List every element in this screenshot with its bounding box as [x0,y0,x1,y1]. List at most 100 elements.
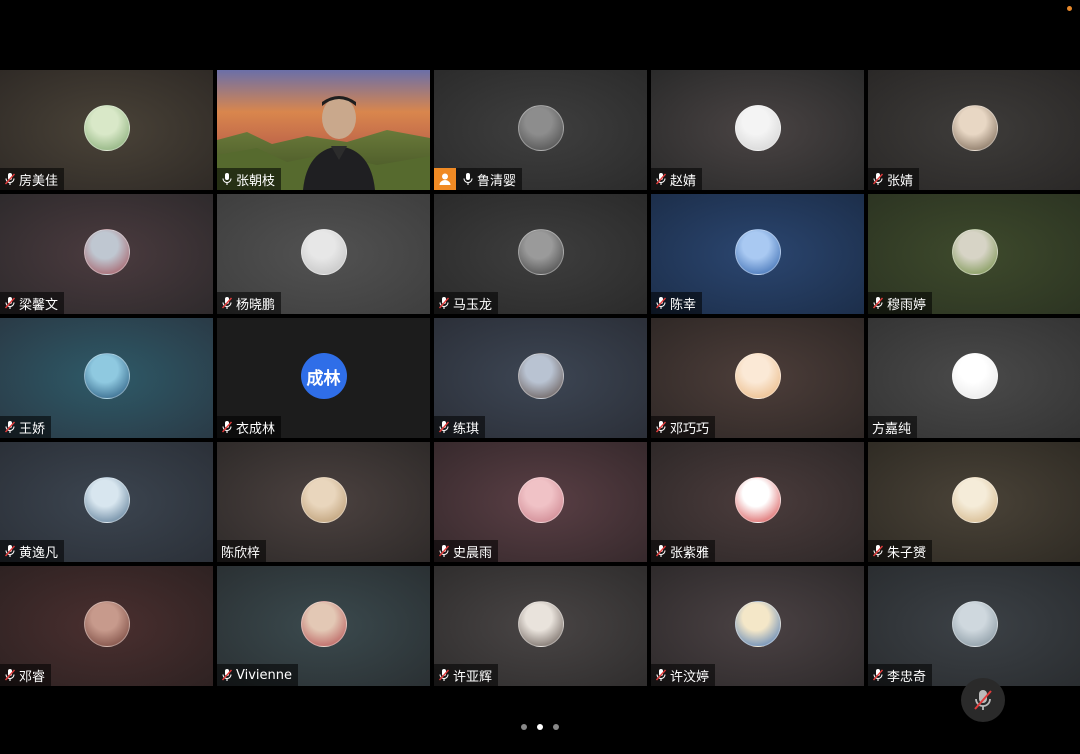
avatar [951,229,998,275]
participant-name: 方嘉纯 [872,421,912,437]
muted-mic-icon [221,296,233,310]
participant-name: 朱子赟 [887,545,927,561]
muted-mic-icon [655,668,667,682]
participant-tile[interactable]: Vivienne [217,566,430,686]
muted-mic-icon [221,420,233,434]
participant-tile[interactable]: 张婧 [868,70,1080,190]
avatar [300,477,347,523]
participant-name: 练琪 [453,421,480,437]
participant-tile[interactable]: 杨晓鹏 [217,194,430,314]
name-tag: 陈欣梓 [217,540,267,562]
name-tag: 练琪 [434,416,486,438]
muted-mic-icon [974,690,992,710]
participant-tile[interactable]: 李忠奇 [868,566,1080,686]
muted-mic-icon [872,544,884,558]
name-tag: 穆雨婷 [868,292,933,314]
name-tag: 王娇 [0,416,52,438]
participant-name: 鲁清婴 [477,173,517,189]
muted-mic-icon [221,668,233,682]
avatar [517,105,564,151]
participant-tile[interactable]: 方嘉纯 [868,318,1080,438]
avatar [951,477,998,523]
avatar [83,229,130,275]
participant-tile[interactable]: 许亚辉 [434,566,647,686]
name-tag: 黄逸凡 [0,540,65,562]
muted-mic-icon [655,420,667,434]
avatar [951,105,998,151]
avatar [734,477,781,523]
mic-icon [221,172,233,186]
name-tag: 李忠奇 [868,664,933,686]
participant-tile[interactable]: 张朝枝 [217,70,430,190]
muted-mic-icon [438,420,450,434]
participant-name: 赵婧 [670,173,697,189]
participant-grid: 房美佳 张朝枝 鲁清婴 赵婧 张婧梁馨文杨晓鹏 马玉龙陈幸 穆雨婷王娇 成林 衣成林练琪 邓巧巧 方… [0,70,1080,686]
self-mute-button[interactable] [961,678,1005,722]
muted-mic-icon [4,544,16,558]
avatar [734,105,781,151]
participant-tile[interactable]: 邓巧巧 [651,318,864,438]
muted-mic-icon [4,668,16,682]
participant-tile[interactable]: 鲁清婴 [434,70,647,190]
name-tag: 史晨雨 [434,540,499,562]
participant-tile[interactable]: 陈欣梓 [217,442,430,562]
name-tag: 许亚辉 [434,664,499,686]
mic-icon [462,172,474,186]
participant-tile[interactable]: 穆雨婷 [868,194,1080,314]
muted-mic-icon [438,668,450,682]
page-dot[interactable] [537,724,543,730]
participant-tile[interactable]: 赵婧 [651,70,864,190]
name-tag: 张紫雅 [651,540,716,562]
name-tag: 邓巧巧 [651,416,716,438]
participant-tile[interactable]: 房美佳 [0,70,213,190]
participant-tile[interactable]: 王娇 [0,318,213,438]
page-indicator[interactable] [0,724,1080,730]
avatar [517,229,564,275]
muted-mic-icon [4,420,16,434]
avatar [83,477,130,523]
participant-name: 陈欣梓 [221,545,261,561]
page-dot[interactable] [521,724,527,730]
avatar [517,477,564,523]
avatar [517,601,564,647]
avatar [83,601,130,647]
participant-tile[interactable]: 史晨雨 [434,442,647,562]
participant-tile[interactable]: 练琪 [434,318,647,438]
participant-name: 陈幸 [670,297,697,313]
participant-tile[interactable]: 成林 衣成林 [217,318,430,438]
muted-mic-icon [872,668,884,682]
participant-tile[interactable]: 黄逸凡 [0,442,213,562]
participant-name: 张紫雅 [670,545,710,561]
name-tag: 赵婧 [651,168,703,190]
avatar [517,353,564,399]
participant-name: Vivienne [236,667,292,683]
name-tag: 朱子赟 [868,540,933,562]
avatar [734,229,781,275]
participant-name: 杨晓鹏 [236,297,276,313]
avatar [83,105,130,151]
participant-tile[interactable]: 梁馨文 [0,194,213,314]
muted-mic-icon [4,172,16,186]
participant-tile[interactable]: 邓睿 [0,566,213,686]
name-tag: 鲁清婴 [434,168,523,190]
participant-name: 黄逸凡 [19,545,59,561]
page-dot[interactable] [553,724,559,730]
participant-name: 史晨雨 [453,545,493,561]
name-tag: 张朝枝 [217,168,282,190]
participant-name: 邓睿 [19,669,46,685]
avatar [300,601,347,647]
participant-name: 张婧 [887,173,914,189]
status-indicator-dot [1067,6,1072,11]
participant-name: 李忠奇 [887,669,927,685]
participant-tile[interactable]: 马玉龙 [434,194,647,314]
participant-tile[interactable]: 许汶婷 [651,566,864,686]
participant-tile[interactable]: 朱子赟 [868,442,1080,562]
name-tag: 衣成林 [217,416,282,438]
name-tag: 许汶婷 [651,664,716,686]
participant-name: 许汶婷 [670,669,710,685]
participant-name: 穆雨婷 [887,297,927,313]
avatar [951,353,998,399]
avatar [734,353,781,399]
participant-tile[interactable]: 陈幸 [651,194,864,314]
participant-tile[interactable]: 张紫雅 [651,442,864,562]
